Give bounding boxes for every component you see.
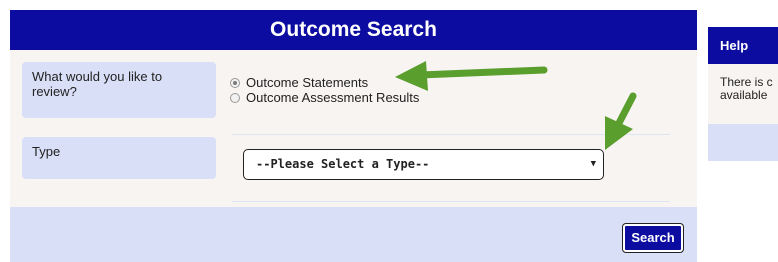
search-form: What would you like to review? Outcome S… xyxy=(10,50,697,207)
option-outcome-statements[interactable]: Outcome Statements xyxy=(230,75,419,90)
review-options: Outcome Statements Outcome Assessment Re… xyxy=(230,75,419,105)
panel-title: Outcome Search xyxy=(10,10,697,50)
form-footer: Search xyxy=(10,207,697,262)
help-text-line: available xyxy=(720,88,768,102)
help-footer xyxy=(708,124,778,161)
type-select[interactable]: --Please Select a Type-- ▼ xyxy=(243,149,604,180)
review-label: What would you like to review? xyxy=(22,62,216,118)
outcome-statements-label[interactable]: Outcome Statements xyxy=(246,75,368,90)
chevron-down-icon: ▼ xyxy=(590,159,596,169)
outcome-statements-radio[interactable] xyxy=(230,77,240,88)
divider xyxy=(232,201,670,202)
help-panel: Help There is c available xyxy=(708,27,778,167)
type-select-value: --Please Select a Type-- xyxy=(256,157,430,171)
outcome-assessment-results-radio[interactable] xyxy=(230,92,240,103)
help-text: There is c available xyxy=(708,64,778,124)
divider xyxy=(232,134,670,135)
help-title: Help xyxy=(708,27,778,64)
type-label: Type xyxy=(22,137,216,179)
outcome-assessment-results-label[interactable]: Outcome Assessment Results xyxy=(246,90,419,105)
outcome-search-panel: Outcome Search What would you like to re… xyxy=(10,10,697,262)
search-button[interactable]: Search xyxy=(623,224,683,252)
option-outcome-assessment-results[interactable]: Outcome Assessment Results xyxy=(230,90,419,105)
